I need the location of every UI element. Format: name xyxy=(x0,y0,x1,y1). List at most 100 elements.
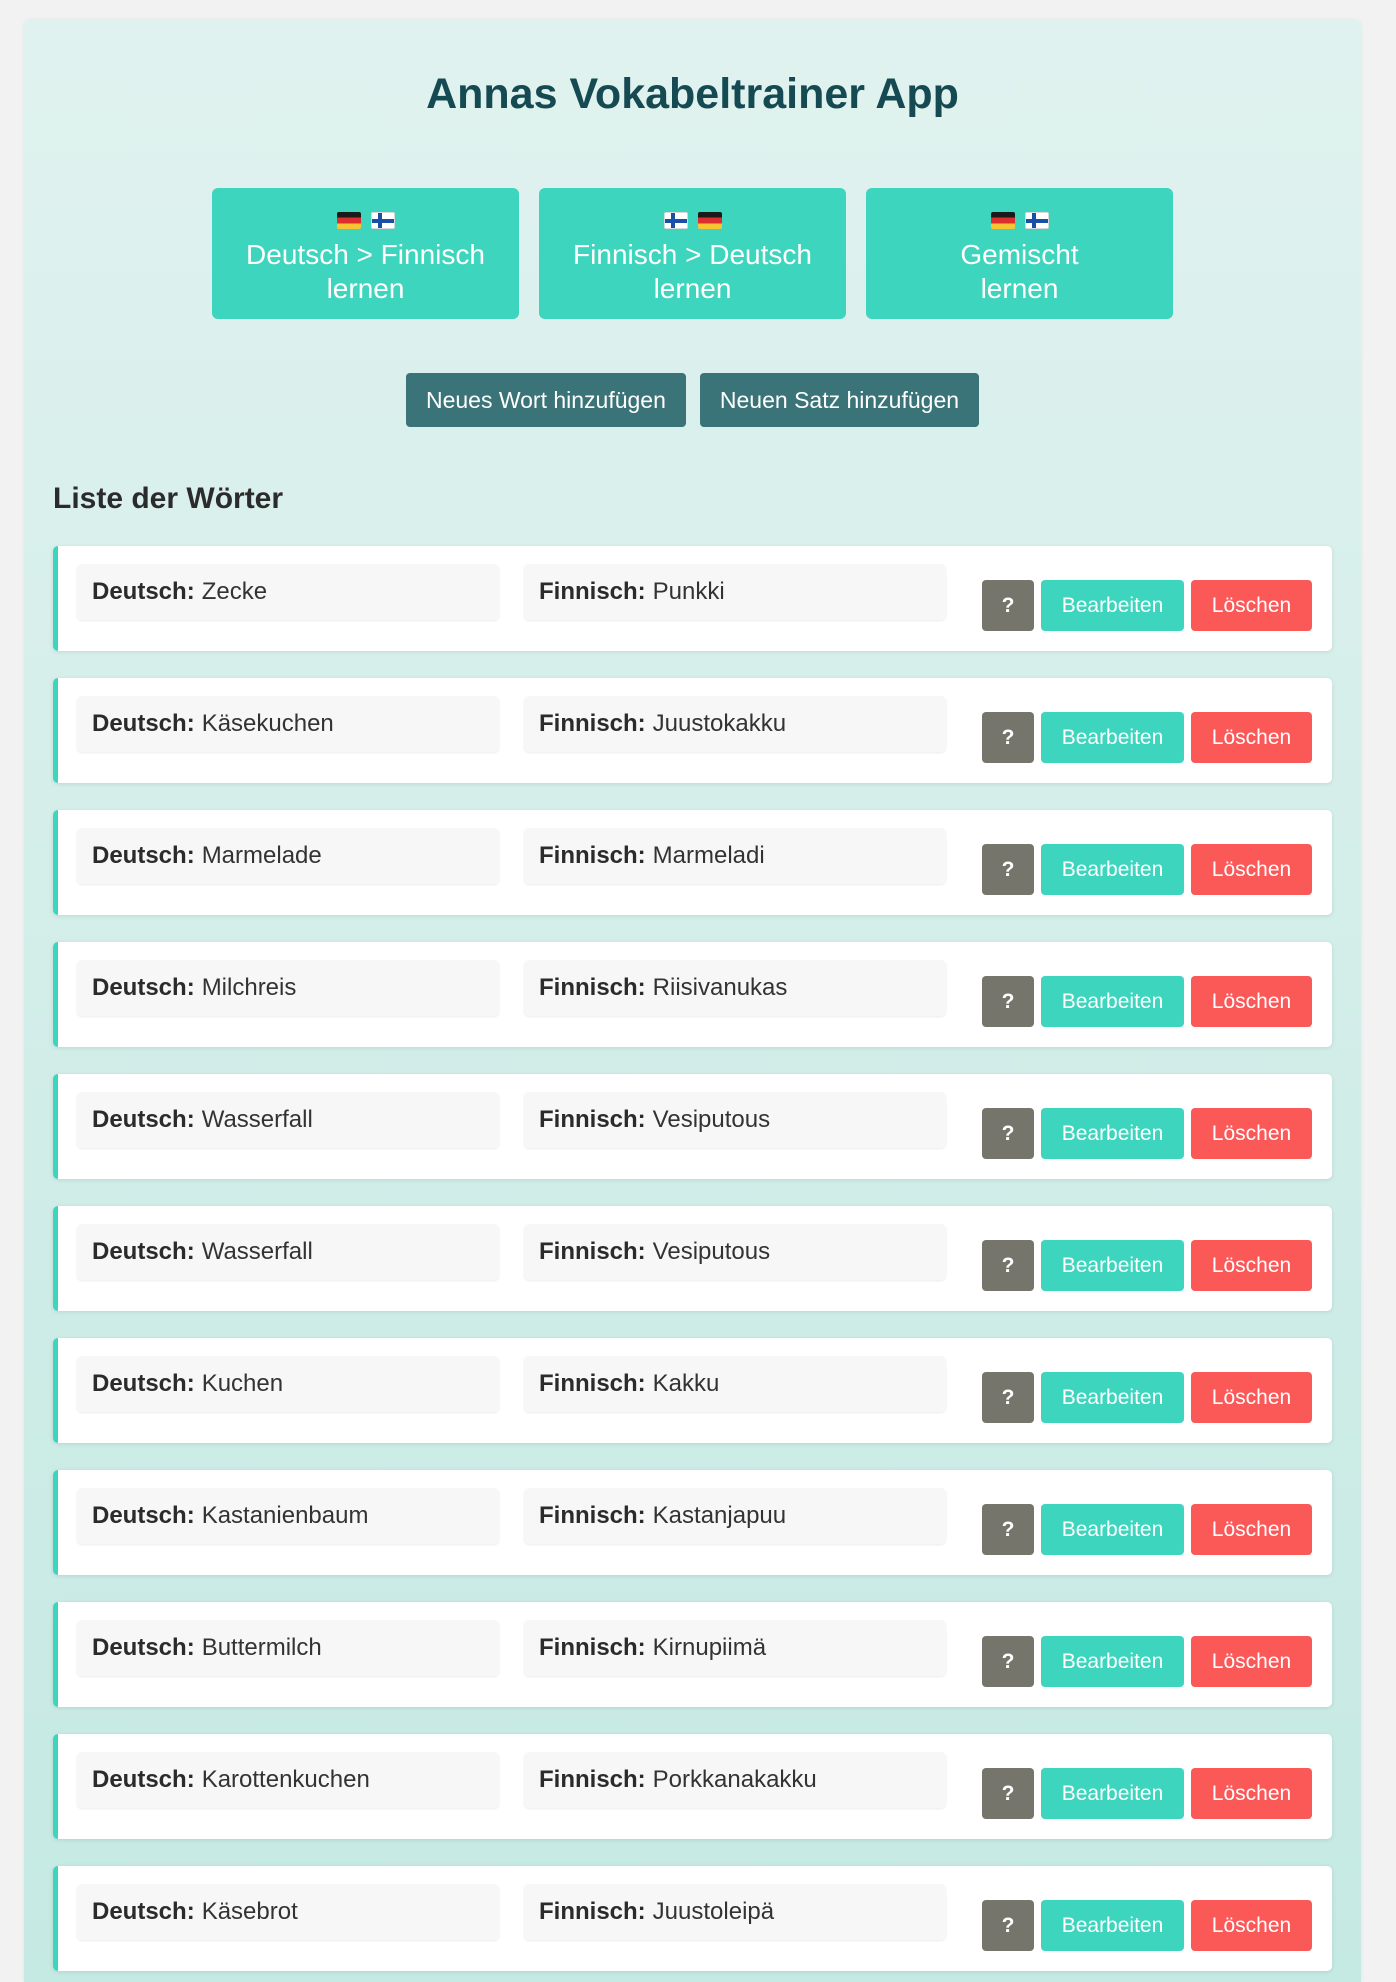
finnish-word: Porkkanakakku xyxy=(652,1765,817,1793)
delete-button[interactable]: Löschen xyxy=(1191,580,1312,631)
help-button[interactable]: ? xyxy=(982,1768,1034,1819)
learn-de-fi-button[interactable]: Deutsch > Finnisch lernen xyxy=(212,188,519,319)
finnish-field: Finnisch: Marmeladi xyxy=(524,827,946,884)
help-button[interactable]: ? xyxy=(982,976,1034,1027)
edit-button[interactable]: Bearbeiten xyxy=(1041,1900,1184,1951)
finnish-word: Punkki xyxy=(652,577,725,605)
help-button[interactable]: ? xyxy=(982,1900,1034,1951)
german-word: Wasserfall xyxy=(201,1105,313,1133)
word-card: Deutsch: Karottenkuchen Finnisch: Porkka… xyxy=(53,1734,1332,1839)
word-actions: ? Bearbeiten Löschen xyxy=(982,1636,1312,1687)
flag-group xyxy=(336,208,395,232)
edit-button[interactable]: Bearbeiten xyxy=(1041,712,1184,763)
help-button[interactable]: ? xyxy=(982,1240,1034,1291)
delete-button[interactable]: Löschen xyxy=(1191,844,1312,895)
edit-button[interactable]: Bearbeiten xyxy=(1041,1108,1184,1159)
learn-fi-de-button[interactable]: Finnisch > Deutsch lernen xyxy=(539,188,846,319)
add-buttons: Neues Wort hinzufügen Neuen Satz hinzufü… xyxy=(53,373,1332,427)
word-card: Deutsch: Kuchen Finnisch: Kakku ? Bearbe… xyxy=(53,1338,1332,1443)
german-word: Kastanienbaum xyxy=(201,1501,369,1529)
german-field: Deutsch: Zecke xyxy=(77,563,499,620)
german-label: Deutsch: xyxy=(92,1105,195,1133)
german-label: Deutsch: xyxy=(92,973,195,1001)
german-word: Karottenkuchen xyxy=(201,1765,370,1793)
finnish-word: Marmeladi xyxy=(652,841,765,869)
german-field: Deutsch: Kastanienbaum xyxy=(77,1487,499,1544)
german-field: Deutsch: Karottenkuchen xyxy=(77,1751,499,1808)
german-label: Deutsch: xyxy=(92,577,195,605)
german-label: Deutsch: xyxy=(92,709,195,737)
finnish-field: Finnisch: Punkki xyxy=(524,563,946,620)
word-actions: ? Bearbeiten Löschen xyxy=(982,1108,1312,1159)
help-button[interactable]: ? xyxy=(982,1108,1034,1159)
help-button[interactable]: ? xyxy=(982,1636,1034,1687)
word-card: Deutsch: Marmelade Finnisch: Marmeladi ?… xyxy=(53,810,1332,915)
finnish-field: Finnisch: Kakku xyxy=(524,1355,946,1412)
finnish-word: Kakku xyxy=(652,1369,720,1397)
word-actions: ? Bearbeiten Löschen xyxy=(982,976,1312,1027)
edit-button[interactable]: Bearbeiten xyxy=(1041,1372,1184,1423)
help-button[interactable]: ? xyxy=(982,1504,1034,1555)
german-field: Deutsch: Milchreis xyxy=(77,959,499,1016)
finnish-label: Finnisch: xyxy=(539,1897,646,1925)
edit-button[interactable]: Bearbeiten xyxy=(1041,844,1184,895)
edit-button[interactable]: Bearbeiten xyxy=(1041,1768,1184,1819)
help-button[interactable]: ? xyxy=(982,844,1034,895)
german-field: Deutsch: Käsekuchen xyxy=(77,695,499,752)
finnish-label: Finnisch: xyxy=(539,1765,646,1793)
delete-button[interactable]: Löschen xyxy=(1191,1636,1312,1687)
learn-mixed-button[interactable]: Gemischt lernen xyxy=(866,188,1173,319)
word-actions: ? Bearbeiten Löschen xyxy=(982,712,1312,763)
finnish-field: Finnisch: Kirnupiimä xyxy=(524,1619,946,1676)
german-label: Deutsch: xyxy=(92,1765,195,1793)
finnish-word: Vesiputous xyxy=(652,1105,771,1133)
finnish-label: Finnisch: xyxy=(539,841,646,869)
delete-button[interactable]: Löschen xyxy=(1191,1372,1312,1423)
word-actions: ? Bearbeiten Löschen xyxy=(982,1372,1312,1423)
edit-button[interactable]: Bearbeiten xyxy=(1041,1504,1184,1555)
german-field: Deutsch: Käsebrot xyxy=(77,1883,499,1940)
learn-mode-label: Gemischt lernen xyxy=(960,239,1079,304)
finnish-label: Finnisch: xyxy=(539,973,646,1001)
delete-button[interactable]: Löschen xyxy=(1191,1900,1312,1951)
delete-button[interactable]: Löschen xyxy=(1191,712,1312,763)
finnish-field: Finnisch: Vesiputous xyxy=(524,1223,946,1280)
word-actions: ? Bearbeiten Löschen xyxy=(982,1504,1312,1555)
edit-button[interactable]: Bearbeiten xyxy=(1041,1636,1184,1687)
flag-group xyxy=(990,208,1049,232)
edit-button[interactable]: Bearbeiten xyxy=(1041,1240,1184,1291)
help-button[interactable]: ? xyxy=(982,1372,1034,1423)
word-card: Deutsch: Wasserfall Finnisch: Vesiputous… xyxy=(53,1074,1332,1179)
finnish-field: Finnisch: Porkkanakakku xyxy=(524,1751,946,1808)
word-card: Deutsch: Käsebrot Finnisch: Juustoleipä … xyxy=(53,1866,1332,1971)
delete-button[interactable]: Löschen xyxy=(1191,976,1312,1027)
word-card: Deutsch: Zecke Finnisch: Punkki ? Bearbe… xyxy=(53,546,1332,651)
german-flag-icon xyxy=(990,211,1015,229)
delete-button[interactable]: Löschen xyxy=(1191,1768,1312,1819)
german-field: Deutsch: Buttermilch xyxy=(77,1619,499,1676)
finnish-field: Finnisch: Kastanjapuu xyxy=(524,1487,946,1544)
delete-button[interactable]: Löschen xyxy=(1191,1504,1312,1555)
word-card: Deutsch: Käsekuchen Finnisch: Juustokakk… xyxy=(53,678,1332,783)
german-label: Deutsch: xyxy=(92,841,195,869)
add-sentence-button[interactable]: Neuen Satz hinzufügen xyxy=(699,373,980,427)
edit-button[interactable]: Bearbeiten xyxy=(1041,976,1184,1027)
help-button[interactable]: ? xyxy=(982,580,1034,631)
finnish-word: Kirnupiimä xyxy=(652,1633,767,1661)
german-word: Milchreis xyxy=(201,973,297,1001)
learn-mode-buttons: Deutsch > Finnisch lernen Finnisch > Deu… xyxy=(53,188,1332,319)
german-label: Deutsch: xyxy=(92,1237,195,1265)
learn-mode-label: Finnisch > Deutsch lernen xyxy=(573,239,812,304)
finnish-flag-icon xyxy=(1024,211,1049,229)
help-button[interactable]: ? xyxy=(982,712,1034,763)
edit-button[interactable]: Bearbeiten xyxy=(1041,580,1184,631)
finnish-word: Juustoleipä xyxy=(652,1897,775,1925)
german-word: Käsekuchen xyxy=(201,709,334,737)
german-field: Deutsch: Kuchen xyxy=(77,1355,499,1412)
word-actions: ? Bearbeiten Löschen xyxy=(982,1900,1312,1951)
add-word-button[interactable]: Neues Wort hinzufügen xyxy=(405,373,686,427)
word-list: Deutsch: Zecke Finnisch: Punkki ? Bearbe… xyxy=(53,546,1332,1971)
delete-button[interactable]: Löschen xyxy=(1191,1240,1312,1291)
delete-button[interactable]: Löschen xyxy=(1191,1108,1312,1159)
german-word: Käsebrot xyxy=(201,1897,298,1925)
